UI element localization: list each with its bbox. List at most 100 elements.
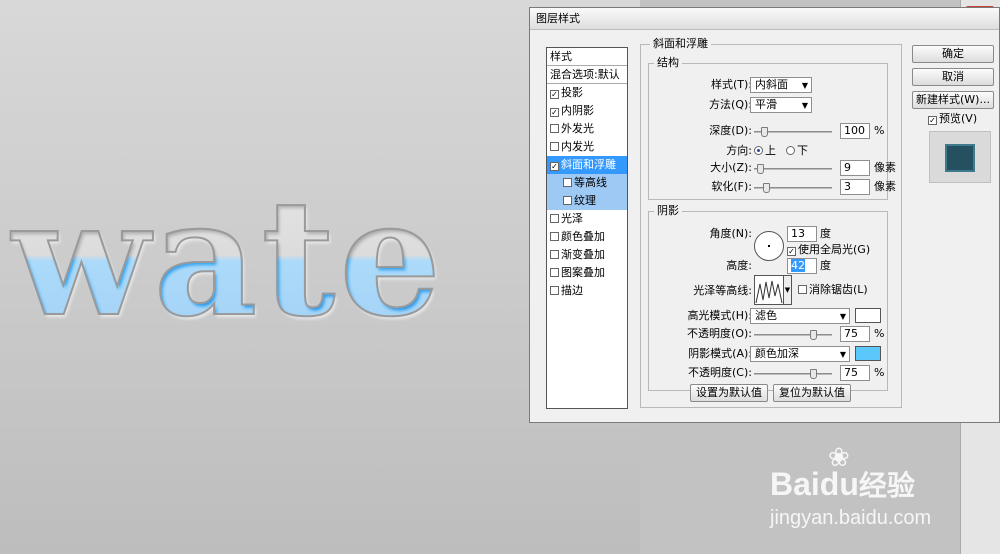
- style-item-label: 颜色叠加: [561, 230, 605, 243]
- opacity-1-input[interactable]: 75: [840, 326, 870, 342]
- style-item[interactable]: 颜色叠加: [547, 228, 627, 246]
- direction-up-radio[interactable]: 上: [754, 143, 776, 159]
- shadow-mode-dropdown[interactable]: 颜色加深 ▼: [750, 346, 850, 362]
- gloss-contour-label: 光泽等高线:: [693, 284, 752, 297]
- depth-slider[interactable]: [754, 127, 832, 137]
- ok-button[interactable]: 确定: [912, 45, 994, 63]
- soften-input[interactable]: 3: [840, 179, 870, 195]
- angle-input[interactable]: 13: [787, 226, 817, 242]
- style-list: 样式 混合选项:默认 ✓ 投影 ✓ 内阴影 外发光 内发光 ✓ 斜面和浮雕 等高线 纹理 光泽 颜色叠…: [546, 47, 628, 409]
- depth-label: 深度(D):: [709, 124, 752, 137]
- checkbox-icon: ✓: [928, 116, 937, 125]
- watermark-paw-d: du: [819, 466, 859, 502]
- highlight-mode-dropdown[interactable]: 滤色 ▼: [750, 308, 850, 324]
- checkbox-icon[interactable]: [563, 196, 572, 205]
- style-item-label: 渐变叠加: [561, 248, 605, 261]
- soften-slider-thumb[interactable]: [763, 183, 770, 193]
- watermark-url: jingyan.baidu.com: [770, 507, 932, 529]
- style-item-label: 等高线: [574, 176, 607, 189]
- style-item[interactable]: 等高线: [547, 174, 627, 192]
- set-default-button[interactable]: 设置为默认值: [690, 384, 768, 402]
- method-dropdown[interactable]: 平滑 ▼: [750, 97, 812, 113]
- size-label: 大小(Z):: [710, 161, 752, 174]
- style-item-label: 外发光: [561, 122, 594, 135]
- style-item-label: 内阴影: [561, 104, 594, 117]
- contour-graph-icon: [755, 280, 783, 304]
- checkbox-icon[interactable]: [550, 214, 559, 223]
- checkbox-icon[interactable]: [550, 124, 559, 133]
- checkbox-icon[interactable]: ✓: [550, 162, 559, 171]
- opacity-1-label: 不透明度(O):: [687, 327, 752, 340]
- angle-dial[interactable]: [754, 231, 784, 261]
- size-slider[interactable]: [754, 164, 832, 174]
- structure-title: 结构: [654, 57, 682, 69]
- global-light-checkbox[interactable]: ✓ 使用全局光(G): [787, 242, 870, 258]
- watermark: ❀ Baidu经验 jingyan.baidu.com: [770, 445, 995, 535]
- style-item[interactable]: 图案叠加: [547, 264, 627, 282]
- soften-slider[interactable]: [754, 183, 832, 193]
- style-item[interactable]: ✓ 投影: [547, 84, 627, 102]
- new-style-button[interactable]: 新建样式(W)...: [912, 91, 994, 109]
- checkbox-icon[interactable]: ✓: [550, 108, 559, 117]
- opacity-1-slider-thumb[interactable]: [810, 330, 817, 340]
- style-item[interactable]: ✓ 斜面和浮雕: [547, 156, 627, 174]
- size-input[interactable]: 9: [840, 160, 870, 176]
- checkbox-icon[interactable]: [550, 250, 559, 259]
- chevron-down-icon: ▼: [801, 81, 808, 90]
- shading-title: 阴影: [654, 205, 682, 217]
- opacity-1-slider[interactable]: [754, 330, 832, 340]
- radio-on-icon: [754, 146, 763, 155]
- depth-input[interactable]: 100: [840, 123, 870, 139]
- reset-default-button[interactable]: 复位为默认值: [773, 384, 851, 402]
- style-item[interactable]: 描边: [547, 282, 627, 300]
- style-item-label: 光泽: [561, 212, 583, 225]
- direction-label: 方向:: [726, 144, 752, 157]
- checkbox-icon[interactable]: [550, 286, 559, 295]
- anti-alias-checkbox[interactable]: 消除锯齿(L): [798, 282, 868, 298]
- style-dropdown[interactable]: 内斜面 ▼: [750, 77, 812, 93]
- style-item[interactable]: 内发光: [547, 138, 627, 156]
- altitude-unit: 度: [820, 259, 831, 272]
- style-item-label: 图案叠加: [561, 266, 605, 279]
- style-item[interactable]: 渐变叠加: [547, 246, 627, 264]
- style-item-label: 描边: [561, 284, 583, 297]
- angle-label: 角度(N):: [709, 227, 752, 240]
- checkbox-icon[interactable]: ✓: [550, 90, 559, 99]
- altitude-label: 高度:: [726, 259, 752, 272]
- watermark-brand2: 经验: [858, 470, 915, 501]
- canvas-water-text: wate: [11, 164, 446, 352]
- style-item-label: 投影: [561, 86, 583, 99]
- watermark-brand: Bai: [770, 466, 820, 502]
- size-slider-thumb[interactable]: [757, 164, 764, 174]
- style-item[interactable]: 纹理: [547, 192, 627, 210]
- opacity-2-label: 不透明度(C):: [688, 366, 752, 379]
- highlight-color-swatch[interactable]: [855, 308, 881, 323]
- checkbox-icon[interactable]: [550, 142, 559, 151]
- checkbox-icon[interactable]: [550, 268, 559, 277]
- opacity-1-unit: %: [874, 327, 885, 340]
- contour-dropdown[interactable]: ▼: [784, 275, 792, 305]
- styles-header[interactable]: 样式: [547, 48, 627, 66]
- style-item-label: 内发光: [561, 140, 594, 153]
- gloss-contour-picker[interactable]: [754, 275, 784, 305]
- blend-options-item[interactable]: 混合选项:默认: [547, 66, 627, 84]
- style-item[interactable]: 外发光: [547, 120, 627, 138]
- opacity-2-slider[interactable]: [754, 369, 832, 379]
- depth-slider-thumb[interactable]: [761, 127, 768, 137]
- checkbox-icon[interactable]: [550, 232, 559, 241]
- method-label: 方法(Q):: [709, 98, 752, 111]
- altitude-input[interactable]: 42: [787, 258, 817, 274]
- cancel-button[interactable]: 取消: [912, 68, 994, 86]
- preview-checkbox[interactable]: ✓ 预览(V): [928, 111, 977, 127]
- checkbox-icon: [798, 285, 807, 294]
- highlight-mode-label: 高光模式(H):: [687, 309, 752, 322]
- style-item[interactable]: 光泽: [547, 210, 627, 228]
- preview-swatch: [945, 144, 975, 172]
- style-item[interactable]: ✓ 内阴影: [547, 102, 627, 120]
- opacity-2-input[interactable]: 75: [840, 365, 870, 381]
- shadow-color-swatch[interactable]: [855, 346, 881, 361]
- direction-down-radio[interactable]: 下: [786, 143, 808, 159]
- checkbox-icon[interactable]: [563, 178, 572, 187]
- angle-unit: 度: [820, 227, 831, 240]
- opacity-2-slider-thumb[interactable]: [810, 369, 817, 379]
